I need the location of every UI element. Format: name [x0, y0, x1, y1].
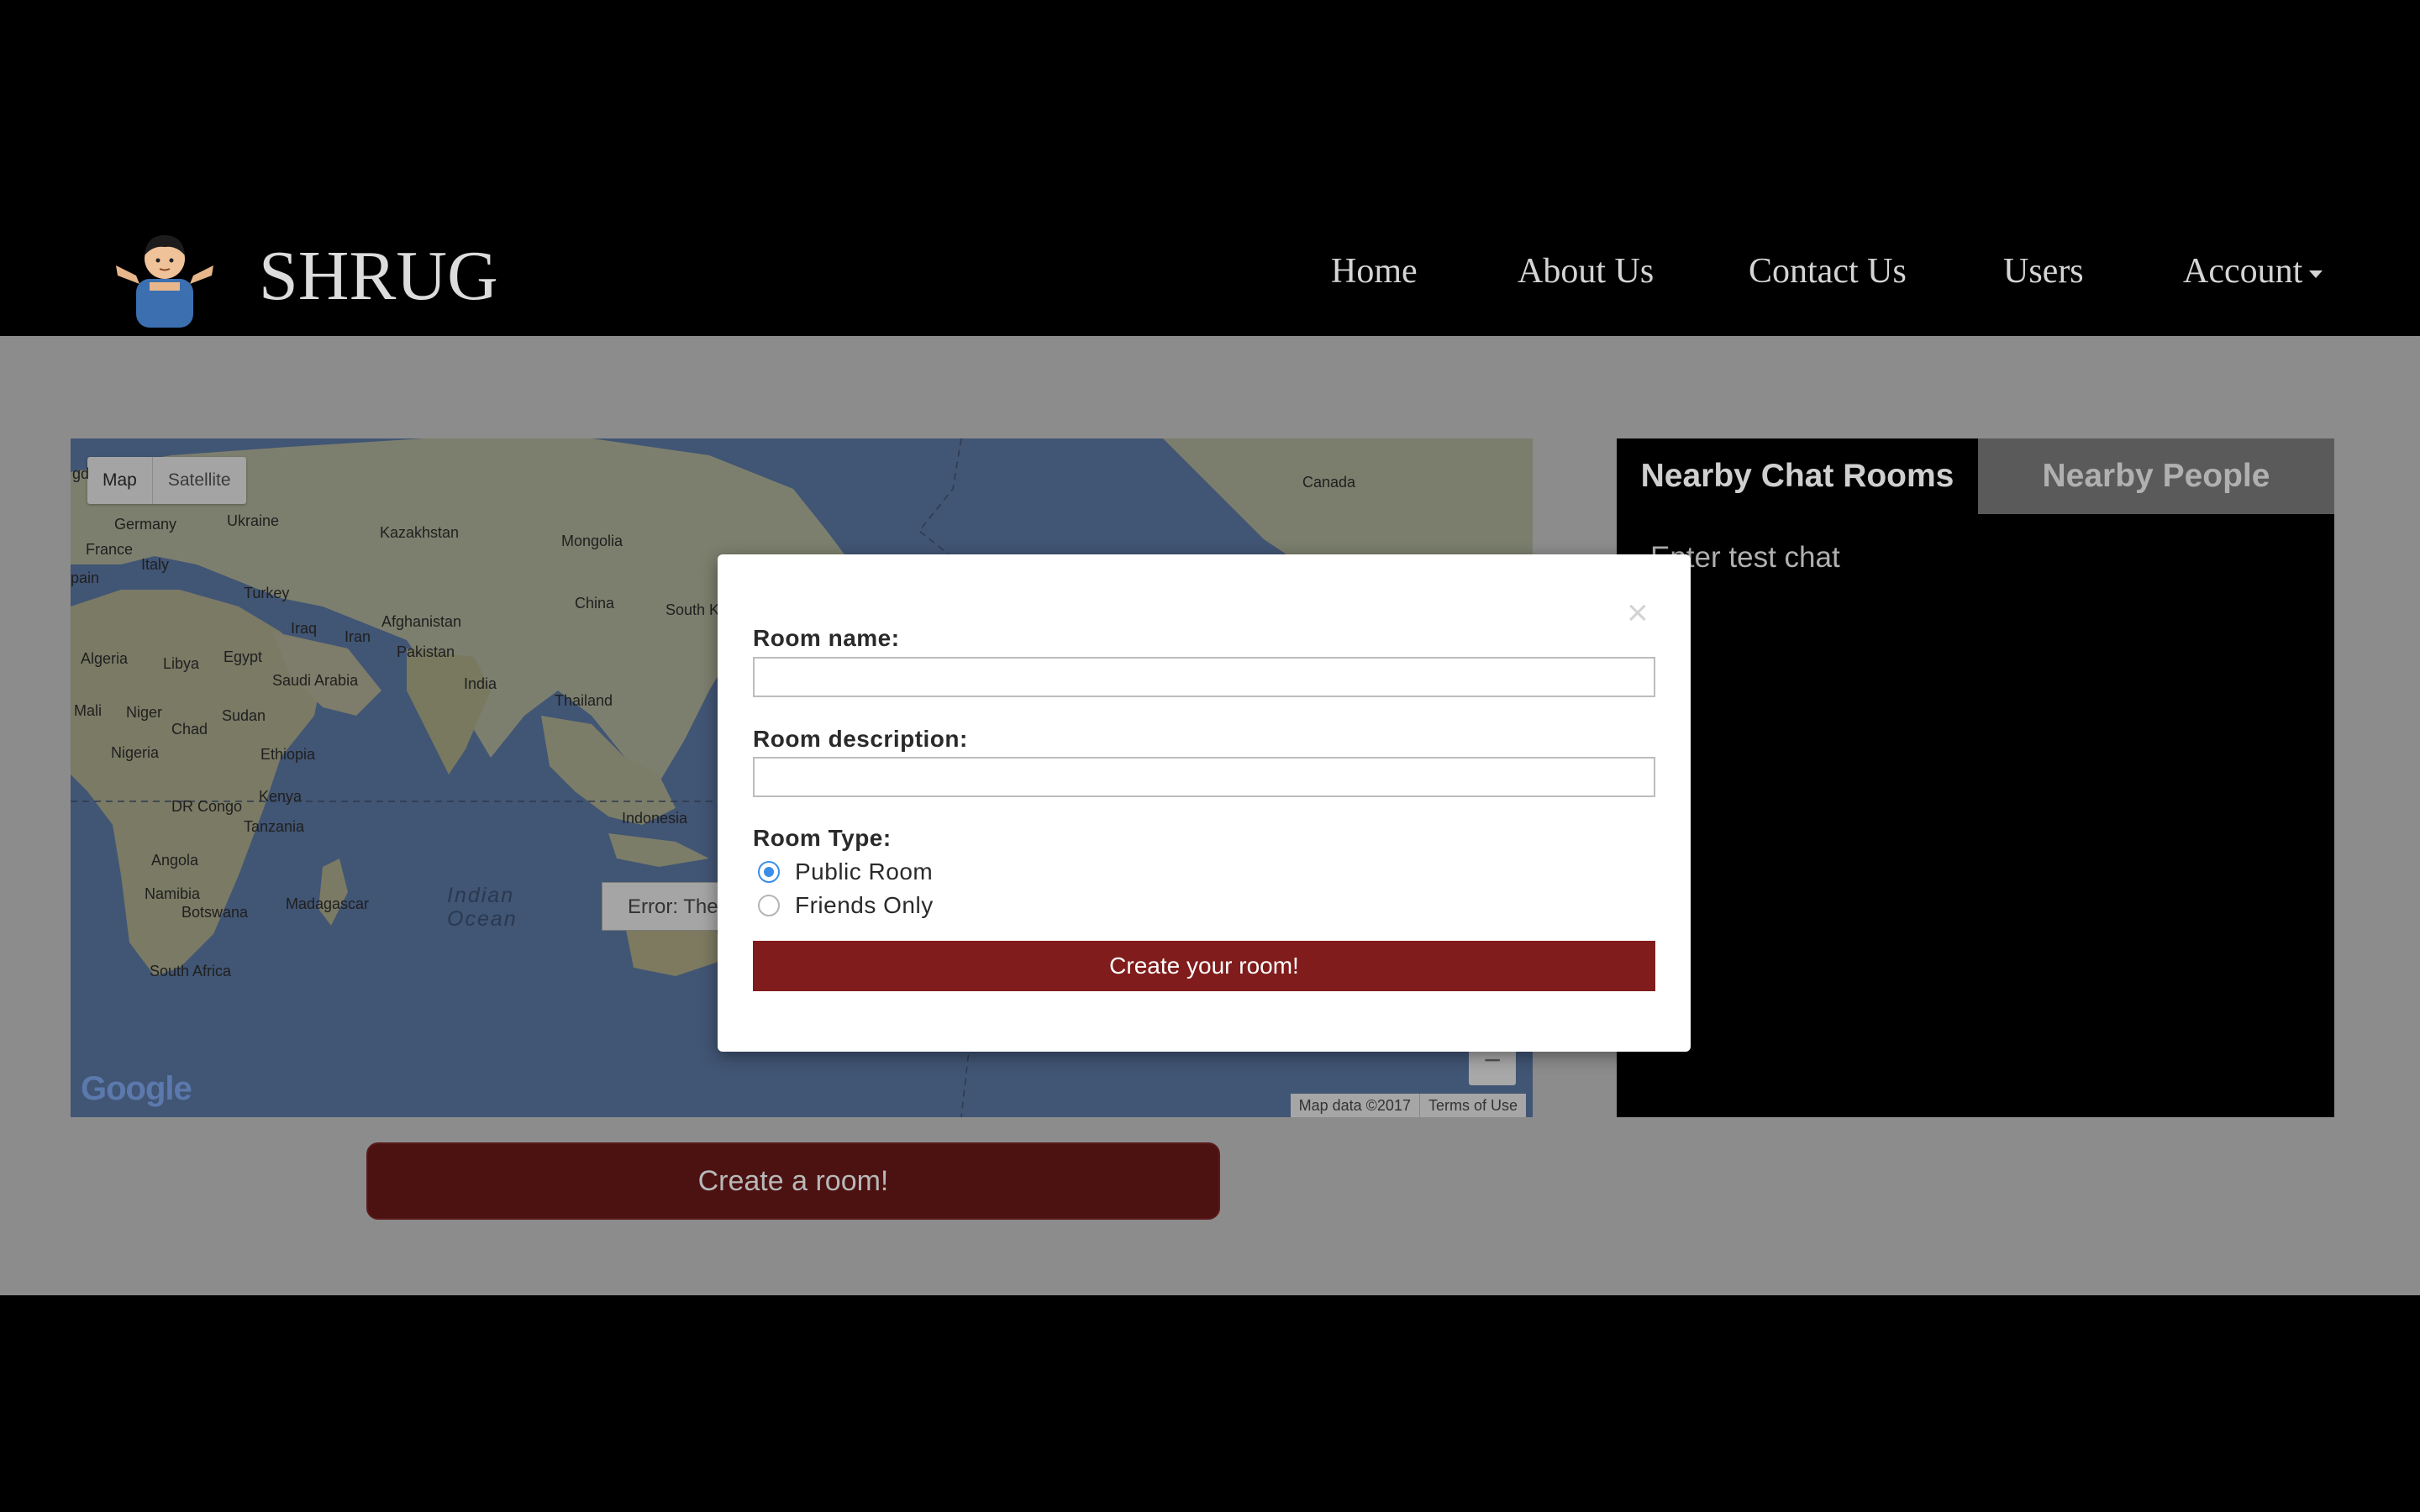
map-label: Egypt	[224, 648, 263, 665]
nav-users[interactable]: Users	[2003, 249, 2084, 294]
map-label: Iran	[345, 628, 371, 645]
tab-nearby-people[interactable]: Nearby People	[1978, 438, 2334, 514]
room-type-label: Room Type:	[753, 825, 892, 851]
nav-contact-us[interactable]: Contact Us	[1749, 249, 1907, 294]
map-label: Botswana	[182, 904, 249, 921]
map-label-ocean: Ocean	[447, 907, 518, 931]
map-label: Nigeria	[111, 744, 160, 761]
map-data-credit: Map data ©2017	[1298, 1097, 1411, 1114]
map-label: Germany	[114, 516, 177, 533]
map-label: Turkey	[244, 585, 290, 601]
map-label: Iraq	[291, 620, 318, 637]
map-type-satellite-button[interactable]: Satellite	[151, 457, 246, 504]
brand-title[interactable]: SHRUG	[259, 239, 498, 314]
map-label: Afghanistan	[381, 613, 462, 630]
map-label: Madagascar	[286, 895, 370, 912]
map-footer: Map data ©2017 Terms of Use	[1290, 1094, 1526, 1117]
map-label: Chad	[171, 721, 208, 738]
map-label: Ethiopia	[260, 746, 316, 763]
map-label: Saudi Arabia	[272, 672, 359, 689]
radio-friends-only-label[interactable]: Friends Only	[795, 892, 934, 919]
close-icon[interactable]: ×	[1627, 595, 1649, 632]
map-label: Canada	[1302, 474, 1356, 491]
map-label: Angola	[151, 852, 199, 869]
map-label: Mali	[74, 702, 103, 719]
shrug-logo-icon[interactable]	[106, 227, 224, 329]
navbar: SHRUG Home About Us Contact Us Users Acc…	[0, 0, 2420, 336]
map-label: Niger	[126, 704, 163, 721]
nav-home[interactable]: Home	[1331, 249, 1418, 294]
nav-about-us[interactable]: About Us	[1518, 249, 1654, 294]
map-label: Mongolia	[561, 533, 623, 549]
map-label: pain	[71, 570, 100, 586]
chat-panel: Nearby Chat Rooms Nearby People Enter te…	[1617, 438, 2334, 1117]
map-label: South Africa	[150, 963, 232, 979]
room-description-input[interactable]	[753, 757, 1655, 797]
map-label: China	[575, 595, 615, 612]
map-label: Pakistan	[397, 643, 455, 660]
radio-friends-only[interactable]	[758, 895, 780, 916]
create-room-button[interactable]: Create a room!	[366, 1142, 1220, 1220]
create-your-room-button[interactable]: Create your room!	[753, 941, 1655, 991]
radio-friends-only-row[interactable]: Friends Only	[758, 892, 934, 919]
map-label: France	[86, 541, 134, 558]
map-label: Indonesia	[622, 810, 688, 827]
google-logo[interactable]: Google	[81, 1070, 192, 1108]
map-type-control: Map Satellite	[87, 457, 246, 504]
map-label-ocean: Indian	[447, 884, 515, 907]
terms-of-use-link[interactable]: Terms of Use	[1418, 1094, 1526, 1117]
map-label: India	[464, 675, 497, 692]
map-label: DR Congo	[171, 798, 243, 815]
map-label: Namibia	[145, 885, 201, 902]
room-name-input[interactable]	[753, 657, 1655, 697]
radio-public-room-row[interactable]: Public Room	[758, 858, 933, 885]
map-error-tooltip: Error: The	[602, 882, 719, 931]
radio-public-room-label[interactable]: Public Room	[795, 858, 933, 885]
map-label: gd	[72, 465, 90, 482]
room-description-label: Room description:	[753, 726, 968, 752]
map-label: Algeria	[81, 650, 129, 667]
map-label: Libya	[163, 655, 200, 672]
map-label: Tanzania	[244, 818, 305, 835]
room-name-label: Room name:	[753, 625, 900, 651]
map-label: South K	[666, 601, 720, 618]
map-label: Thailand	[555, 692, 613, 709]
map-label: Ukraine	[227, 512, 280, 529]
tab-nearby-chat-rooms[interactable]: Nearby Chat Rooms	[1617, 438, 1978, 514]
map-label: Italy	[141, 556, 170, 573]
create-room-modal: × Room name: Room description: Room Type…	[718, 554, 1691, 1052]
radio-public-room[interactable]	[758, 861, 780, 883]
caret-down-icon[interactable]	[2309, 270, 2323, 278]
map-label: Kenya	[259, 788, 302, 805]
map-type-map-button[interactable]: Map	[87, 457, 152, 504]
map-label: Kazakhstan	[380, 524, 460, 541]
map-label: Sudan	[222, 707, 266, 724]
nav-account[interactable]: Account	[2183, 249, 2302, 294]
